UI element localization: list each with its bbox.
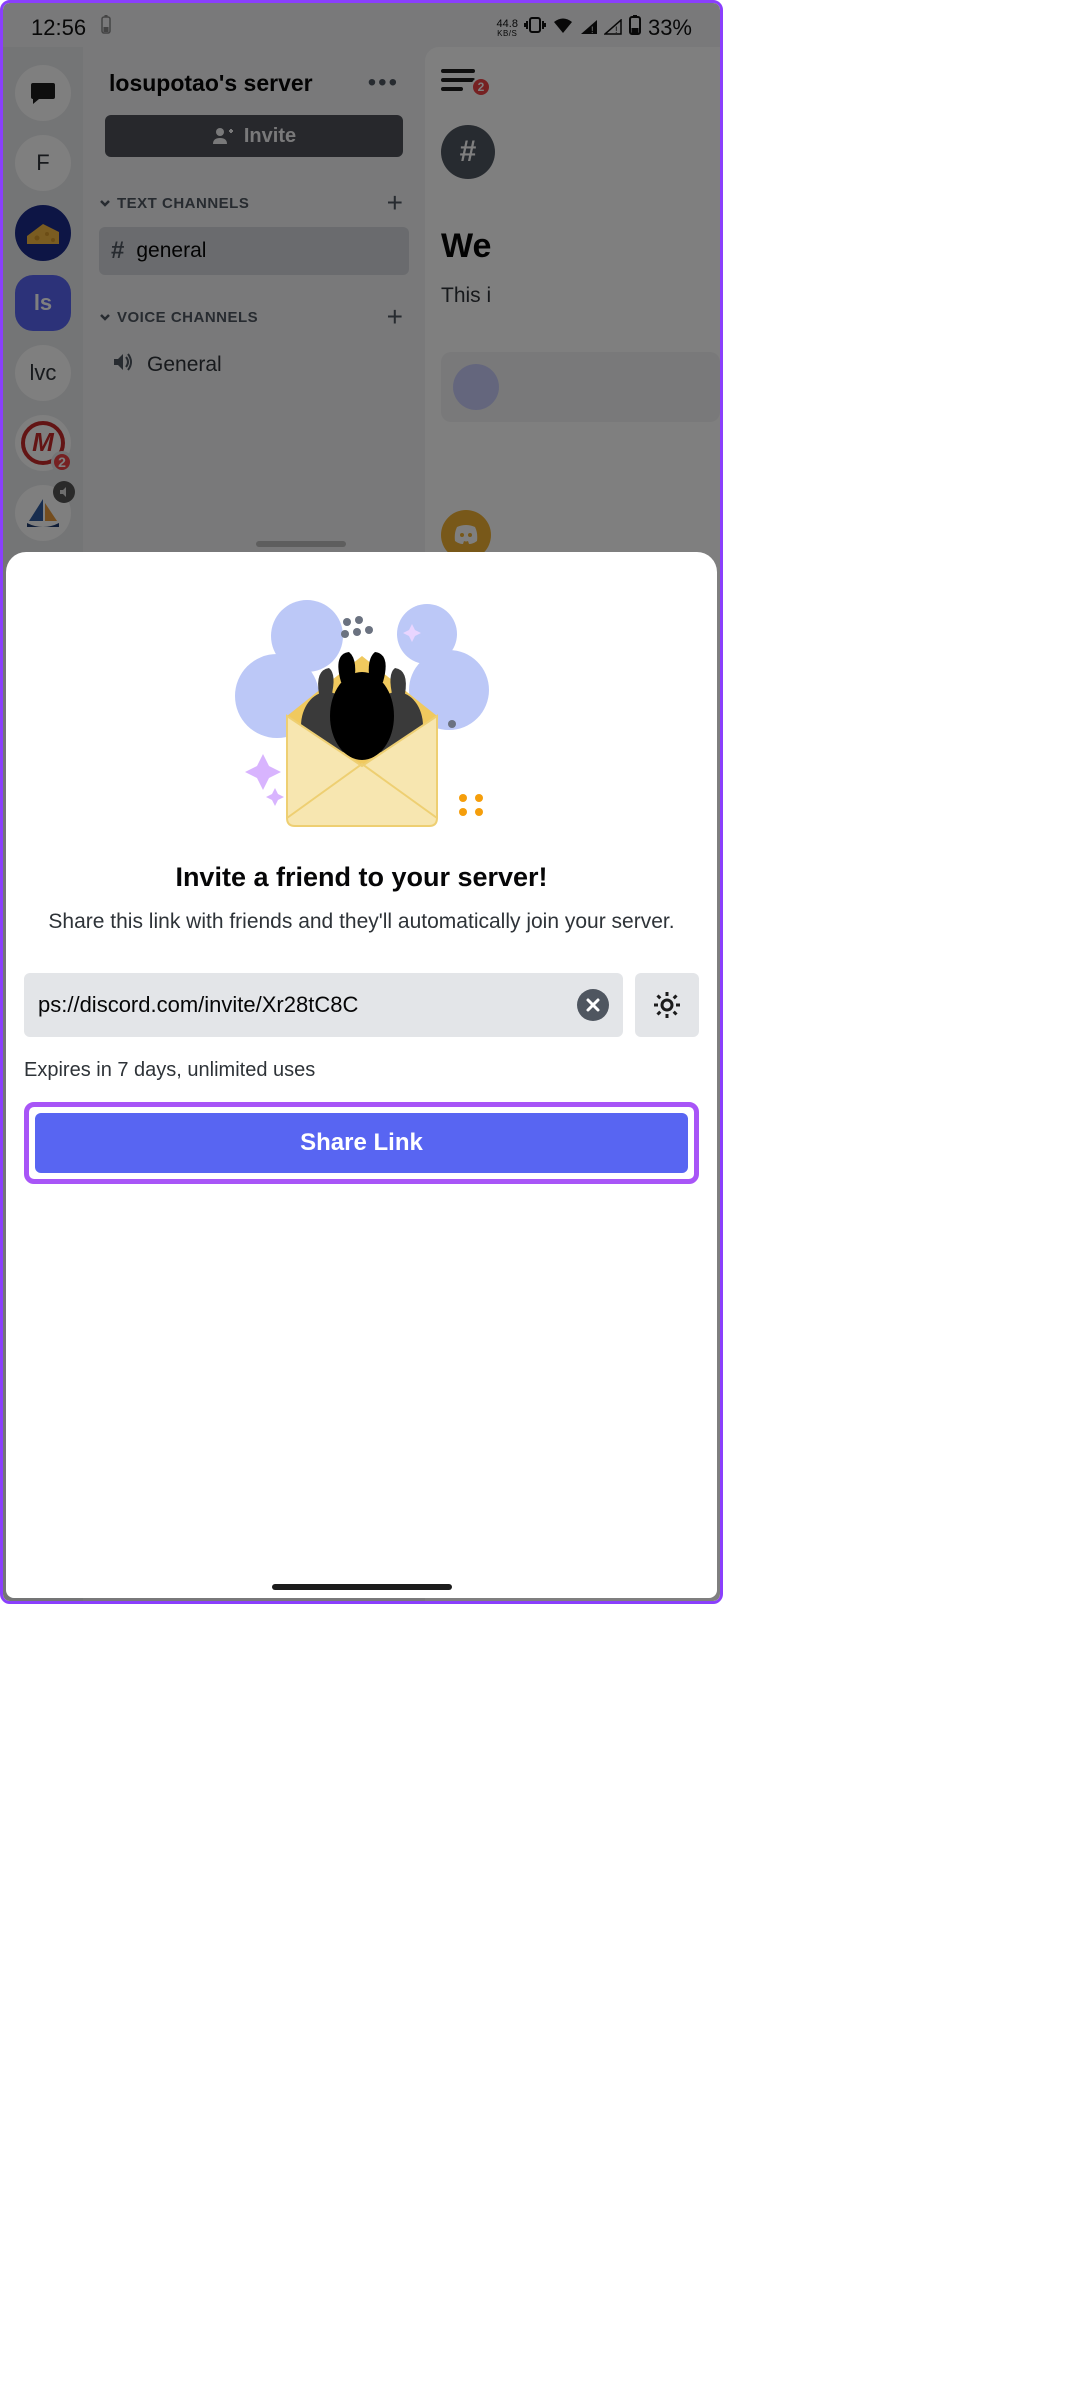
invite-illustration <box>217 586 507 834</box>
invite-link-field[interactable]: ps://discord.com/invite/Xr28tC8C <box>24 973 623 1037</box>
share-link-button[interactable]: Share Link <box>35 1113 688 1173</box>
invite-link-text: ps://discord.com/invite/Xr28tC8C <box>38 992 567 1018</box>
gear-icon <box>652 990 682 1020</box>
sheet-title: Invite a friend to your server! <box>175 862 547 893</box>
share-highlight: Share Link <box>24 1102 699 1184</box>
invite-sheet: Invite a friend to your server! Share th… <box>6 552 717 1598</box>
clear-icon[interactable] <box>577 989 609 1021</box>
home-indicator[interactable] <box>272 1584 452 1590</box>
share-link-label: Share Link <box>300 1129 423 1157</box>
invite-settings-button[interactable] <box>635 973 699 1037</box>
sheet-subtitle: Share this link with friends and they'll… <box>28 907 694 937</box>
expires-text: Expires in 7 days, unlimited uses <box>24 1059 315 1082</box>
